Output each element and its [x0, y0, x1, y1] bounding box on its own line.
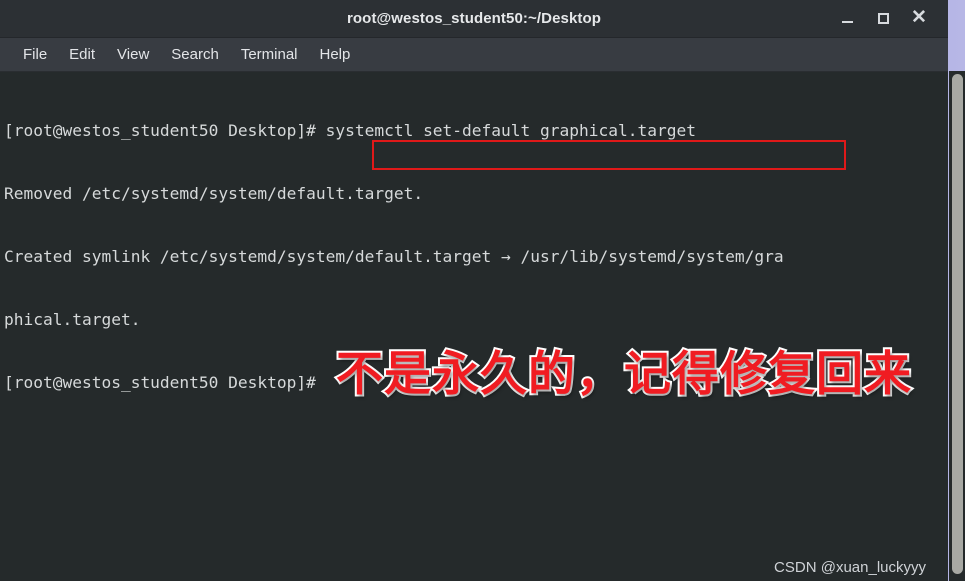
menu-item-help[interactable]: Help: [309, 44, 362, 65]
window-title: root@westos_student50:~/Desktop: [346, 10, 602, 27]
close-icon[interactable]: ✕: [910, 8, 928, 27]
annotation-text: 不是永久的，记得修复回来: [334, 345, 913, 404]
menu-bar: File Edit View Search Terminal Help: [0, 38, 948, 72]
menu-item-terminal[interactable]: Terminal: [230, 44, 309, 65]
menu-item-search[interactable]: Search: [160, 44, 230, 65]
title-bar[interactable]: root@westos_student50:~/Desktop ✕: [0, 0, 948, 38]
terminal-output-area[interactable]: [root@westos_student50 Desktop]# systemc…: [0, 72, 948, 581]
scrollbar-thumb[interactable]: [952, 74, 963, 574]
terminal-line: Created symlink /etc/systemd/system/defa…: [4, 247, 784, 266]
screen: root@westos_student50:~/Desktop ✕ File E…: [0, 0, 965, 581]
menu-item-view[interactable]: View: [106, 44, 160, 65]
minimize-icon[interactable]: [838, 10, 856, 28]
window-controls: ✕: [838, 0, 942, 37]
menu-item-file[interactable]: File: [12, 44, 58, 65]
terminal-line: Removed /etc/systemd/system/default.targ…: [4, 184, 424, 203]
maximize-icon[interactable]: [874, 10, 892, 28]
menu-item-edit[interactable]: Edit: [58, 44, 106, 65]
terminal-scrollbar[interactable]: [949, 71, 965, 581]
terminal-window: root@westos_student50:~/Desktop ✕ File E…: [0, 0, 948, 581]
terminal-line: [root@westos_student50 Desktop]# systemc…: [4, 121, 696, 140]
terminal-line: phical.target.: [4, 310, 141, 329]
watermark: CSDN @xuan_luckyyy: [774, 559, 926, 576]
